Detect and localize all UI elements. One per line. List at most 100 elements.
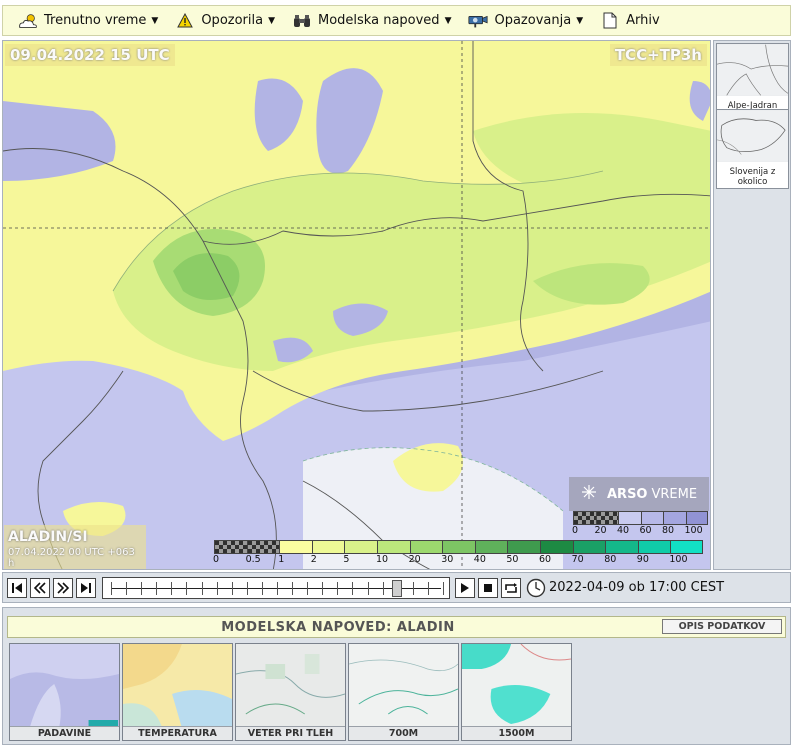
legend-label: 40 <box>617 525 630 536</box>
nav-opazovanja[interactable]: Opazovanja ▼ <box>467 12 583 30</box>
tile-700m[interactable]: 700M <box>348 643 459 741</box>
precip-legend-swatches <box>214 540 703 554</box>
tile-veter-pri-tleh[interactable]: VETER PRI TLEH <box>235 643 346 741</box>
data-description-button[interactable]: OPIS PODATKOV <box>662 619 782 634</box>
legend-swatch <box>279 540 312 554</box>
slider-handle[interactable] <box>391 579 402 597</box>
region-alpe-jadran[interactable]: Alpe-Jadran <box>716 43 789 113</box>
previous-frame-button[interactable] <box>30 577 50 598</box>
legend-label: 0 <box>213 554 220 565</box>
slider-tick <box>337 581 339 595</box>
region-map-thumbnail <box>717 110 788 162</box>
legend-swatch <box>605 540 638 554</box>
slider-tick <box>261 581 263 595</box>
slider-tick <box>427 581 429 595</box>
legend-label: 80 <box>662 525 675 536</box>
app-root: Trenutno vreme ▼ Opozorila ▼ Modelska na… <box>0 0 796 748</box>
arso-star-icon <box>581 484 597 504</box>
slider-tick <box>307 581 309 595</box>
chevron-down-icon: ▼ <box>268 15 275 26</box>
legend-label: 60 <box>539 554 552 565</box>
legend-swatch <box>442 540 475 554</box>
warning-icon <box>174 12 196 30</box>
rewind-icon <box>33 581 46 594</box>
model-name: ALADIN/SI <box>8 529 88 545</box>
arso-brand-sub: VREME <box>651 486 698 502</box>
product-thumbnail <box>236 644 345 728</box>
legend-label: 20 <box>594 525 607 536</box>
slider-tick <box>126 581 128 595</box>
cloud-legend-labels: 0 20 40 60 80 100 <box>572 525 708 537</box>
product-tiles: PADAVINE TEMPERATURA VETER PRI TLEH 700M… <box>9 643 574 741</box>
legend-swatch <box>507 540 540 554</box>
last-frame-button[interactable] <box>76 577 96 598</box>
nav-label: Opozorila <box>201 13 264 28</box>
legend-label: 90 <box>636 554 649 565</box>
legend-label: 80 <box>604 554 617 565</box>
chevron-down-icon: ▼ <box>151 15 159 26</box>
product-thumbnail <box>349 644 458 728</box>
slider-tick <box>352 581 354 595</box>
slider-tick <box>382 581 384 595</box>
tile-label: 1500M <box>462 726 571 740</box>
chevron-down-icon: ▼ <box>444 15 452 26</box>
binoculars-icon <box>291 12 313 30</box>
first-frame-button[interactable] <box>7 577 27 598</box>
tile-padavine[interactable]: PADAVINE <box>9 643 120 741</box>
forecast-map[interactable]: 09.04.2022 15 UTC TCC+TP3h ALADIN/SI 07.… <box>2 40 711 570</box>
model-products-header: MODELSKA NAPOVED: ALADIN OPIS PODATKOV <box>7 616 786 638</box>
legend-swatch <box>409 540 443 554</box>
tile-label: VETER PRI TLEH <box>236 726 345 740</box>
legend-label: 10 <box>376 554 389 565</box>
slider-tick <box>412 581 414 595</box>
frame-timestamp: 2022-04-09 ob 17:00 CEST <box>549 580 725 595</box>
nav-modelska-napoved[interactable]: Modelska napoved ▼ <box>291 12 451 30</box>
skip-start-icon <box>12 582 22 593</box>
nav-trenutno-vreme[interactable]: Trenutno vreme ▼ <box>17 12 158 30</box>
legend-label: 70 <box>571 554 584 565</box>
play-button[interactable] <box>455 577 475 598</box>
precip-legend-labels: 0 0.5 1 2 5 10 20 30 40 50 60 70 80 90 100 <box>213 554 703 566</box>
legend-label: 100 <box>669 554 688 565</box>
tile-temperatura[interactable]: TEMPERATURA <box>122 643 233 741</box>
nav-opozorila[interactable]: Opozorila ▼ <box>174 12 275 30</box>
nav-arhiv[interactable]: Arhiv <box>599 12 660 30</box>
slider-tick <box>322 581 324 595</box>
weather-cloud-icon <box>17 12 39 30</box>
loop-button[interactable] <box>501 577 521 598</box>
arso-brand: ARSO <box>607 486 648 502</box>
legend-swatch <box>214 540 247 554</box>
region-caption: Slovenija z okolico <box>729 167 776 187</box>
skip-end-icon <box>81 582 91 593</box>
nav-label: Modelska napoved <box>318 13 440 28</box>
legend-swatch <box>640 511 663 525</box>
slider-tick <box>277 581 278 595</box>
stop-button[interactable] <box>478 577 498 598</box>
legend-swatch <box>246 540 280 554</box>
model-products-panel: MODELSKA NAPOVED: ALADIN OPIS PODATKOV P… <box>2 607 791 745</box>
legend-swatch <box>311 540 345 554</box>
nav-label: Opazovanja <box>494 13 572 28</box>
legend-swatch <box>474 540 508 554</box>
time-slider[interactable] <box>102 576 450 599</box>
legend-label: 5 <box>343 554 350 565</box>
region-map-thumbnail <box>717 44 788 96</box>
slider-tick <box>216 581 218 595</box>
camera-icon <box>467 12 489 30</box>
slider-tick <box>201 581 203 595</box>
slider-tick <box>156 581 158 595</box>
slider-tick <box>246 581 248 595</box>
legend-label: 100 <box>684 525 703 536</box>
legend-label: 0 <box>572 525 579 536</box>
product-thumbnail <box>462 644 571 728</box>
slider-tick <box>141 581 143 595</box>
slider-tick <box>231 581 233 595</box>
slider-tick <box>292 581 294 595</box>
region-slovenija[interactable]: Slovenija z okolico <box>716 109 789 189</box>
model-products-title: MODELSKA NAPOVED: ALADIN <box>221 620 455 635</box>
region-selector: Alpe-Jadran Slovenija z okolico <box>713 40 791 570</box>
legend-swatch <box>344 540 377 554</box>
next-frame-button[interactable] <box>53 577 73 598</box>
chevron-down-icon: ▼ <box>576 15 584 26</box>
tile-1500m[interactable]: 1500M <box>461 643 572 741</box>
